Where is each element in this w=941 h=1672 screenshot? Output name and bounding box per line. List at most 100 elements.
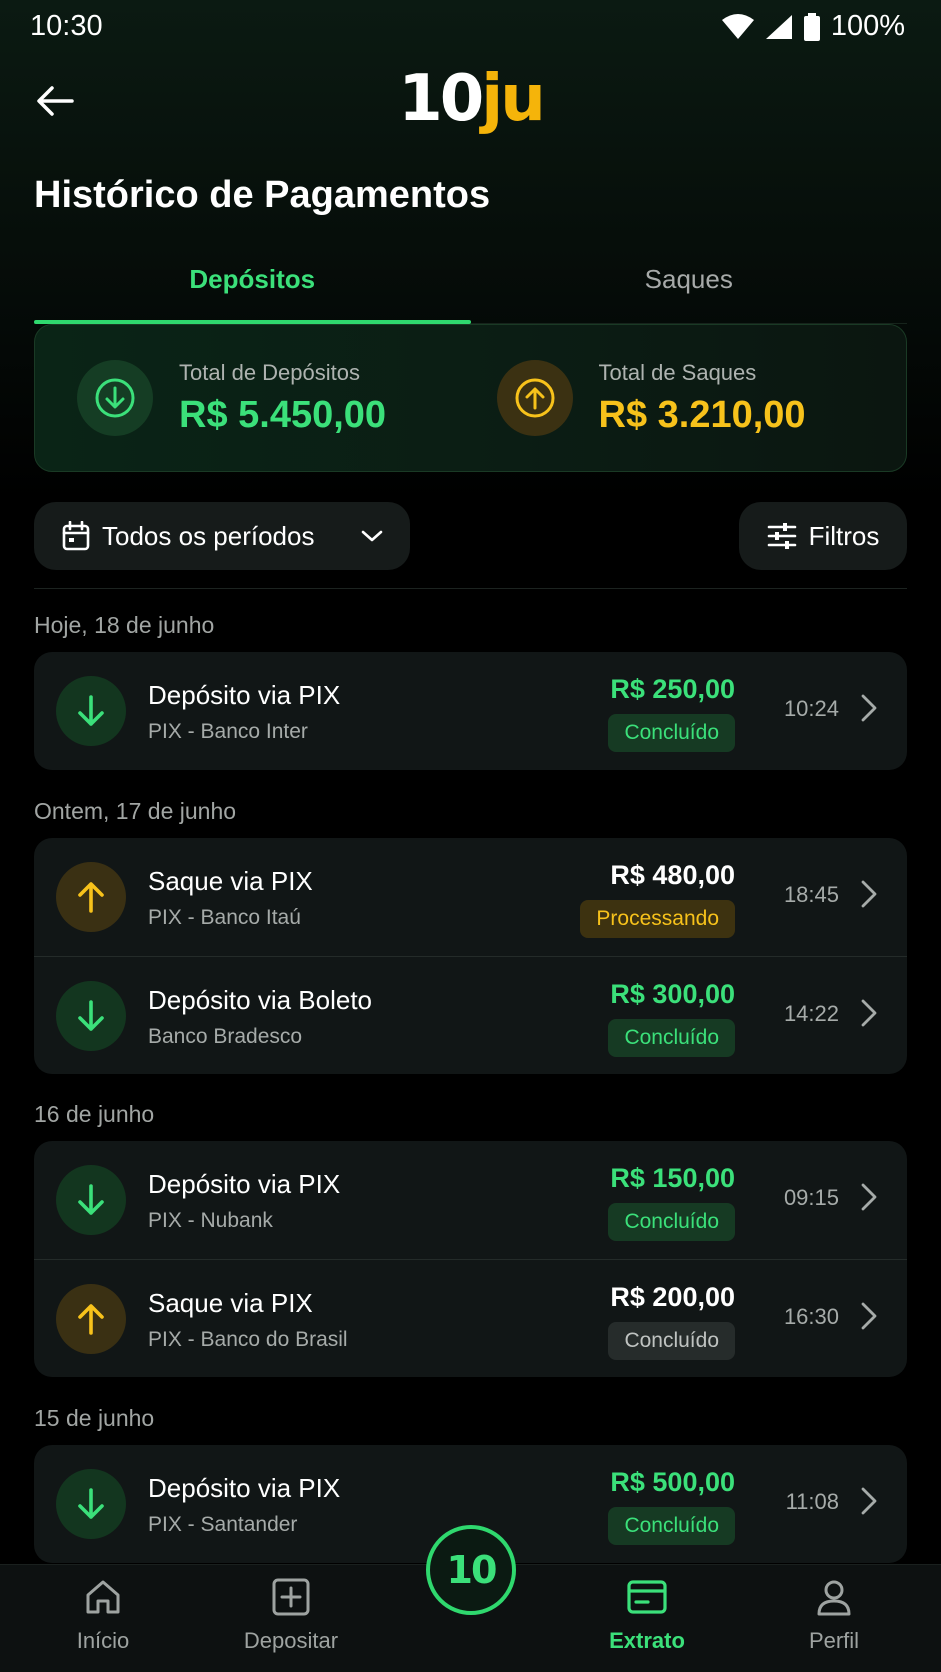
chevron-right-wrap	[859, 1300, 879, 1337]
nav-extrato[interactable]: Extrato	[577, 1577, 717, 1654]
transaction-subtitle: PIX - Banco Inter	[148, 720, 308, 743]
arrow-down-circle-icon	[95, 378, 135, 418]
transaction-amount: R$ 300,00	[610, 979, 735, 1009]
deposit-badge-icon	[56, 1165, 126, 1235]
arrow-down-icon	[78, 695, 104, 726]
nav-center-button[interactable]: 10	[426, 1525, 516, 1615]
chevron-right-icon	[861, 999, 877, 1027]
status-bar: 10:30 100%	[0, 0, 941, 52]
deposits-total-value: R$ 5.450,00	[179, 393, 387, 436]
status-badge: Concluído	[608, 1507, 735, 1545]
transaction-row[interactable]: Depósito via Boleto Banco Bradesco R$ 300,…	[34, 956, 907, 1074]
chevron-right-icon	[861, 694, 877, 722]
withdraw-total-icon-wrap	[496, 360, 573, 436]
home-icon	[86, 1580, 120, 1614]
transaction-row[interactable]: Saque via PIX PIX - Banco Itaú R$ 480,00 Pr…	[34, 838, 907, 956]
status-badge: Processando	[580, 900, 735, 938]
chevron-right-wrap	[859, 878, 879, 915]
transaction-title: Saque via PIX	[148, 866, 313, 896]
group-date-label: 15 de junho	[34, 1405, 155, 1431]
transaction-subtitle: PIX - Nubank	[148, 1209, 273, 1232]
transaction-group-card: Depósito via PIX PIX - Nubank R$ 150,00 Con…	[34, 1141, 907, 1377]
signal-icon	[765, 14, 792, 39]
nav-perfil[interactable]: Perfil	[764, 1577, 904, 1654]
withdrawal-badge-icon	[56, 862, 126, 932]
transaction-row[interactable]: Depósito via PIX PIX - Nubank R$ 150,00 Con…	[34, 1141, 907, 1259]
nav-depositar[interactable]: Depositar	[221, 1577, 361, 1654]
deposit-total-icon-wrap	[77, 360, 153, 436]
card-icon	[627, 1580, 667, 1614]
withdrawals-total-value: R$ 3.210,00	[598, 393, 806, 436]
arrow-up-icon	[78, 1304, 104, 1335]
tab-depositos[interactable]: Depósitos	[34, 258, 471, 324]
chevron-right-wrap	[859, 997, 879, 1034]
transaction-time: 09:15	[783, 1185, 839, 1210]
chevron-right-wrap	[859, 692, 879, 729]
group-date-label: Ontem, 17 de junho	[34, 798, 237, 824]
period-select[interactable]: Todos os períodos	[34, 502, 410, 570]
nav-center-label: 10	[446, 1548, 498, 1592]
sliders-icon	[767, 523, 796, 549]
summary-withdrawals: Total de Saques R$ 3.210,00	[487, 325, 907, 471]
withdrawals-total-label: Total de Saques	[598, 359, 757, 385]
group-date-label: 16 de junho	[34, 1101, 155, 1127]
withdrawal-badge-icon	[56, 1284, 126, 1354]
deposit-badge-icon	[56, 676, 126, 746]
bottom-nav: Início Depositar 10 Extrato Perfil	[0, 1525, 941, 1672]
transaction-amount: R$ 480,00	[610, 860, 735, 890]
wifi-icon	[721, 13, 754, 39]
plus-square-icon	[272, 1578, 310, 1616]
nav-depositar-label: Depositar	[243, 1628, 339, 1653]
status-icons: 100%	[721, 10, 905, 43]
transaction-title: Saque via PIX	[148, 1288, 313, 1318]
chevron-right-icon	[861, 1487, 877, 1515]
chevron-right-icon	[861, 880, 877, 908]
arrow-up-circle-icon	[515, 378, 554, 418]
summary-deposits: Total de Depósitos R$ 5.450,00	[35, 325, 487, 471]
summary-card: Total de Depósitos R$ 5.450,00 Total de …	[34, 324, 907, 472]
transaction-row[interactable]: Saque via PIX PIX - Banco do Brasil R$ 200…	[34, 1259, 907, 1377]
chevron-down-icon	[361, 530, 383, 542]
transaction-time: 14:22	[783, 1001, 839, 1026]
arrow-down-icon	[78, 1488, 104, 1519]
back-button[interactable]	[30, 78, 80, 124]
nav-perfil-label: Perfil	[808, 1628, 860, 1653]
transaction-title: Depósito via PIX	[148, 1473, 341, 1503]
deposits-total-label: Total de Depósitos	[179, 359, 360, 385]
page-title: Histórico de Pagamentos	[34, 174, 491, 216]
tabs: Depósitos Saques	[34, 258, 907, 324]
transaction-subtitle: Banco Bradesco	[148, 1025, 303, 1048]
transaction-time: 16:30	[783, 1304, 839, 1329]
logo-accent: ju	[481, 62, 545, 136]
transaction-time: 10:24	[783, 696, 839, 721]
transaction-amount: R$ 250,00	[610, 674, 735, 704]
transaction-subtitle: PIX - Banco Itaú	[148, 906, 301, 929]
status-badge: Concluído	[608, 1322, 735, 1360]
transaction-row[interactable]: Depósito via PIX PIX - Banco Inter R$ 250,…	[34, 652, 907, 770]
nav-inicio[interactable]: Início	[33, 1577, 173, 1654]
divider	[34, 588, 907, 589]
deposit-badge-icon	[56, 981, 126, 1051]
app-header: 10 ju	[0, 60, 941, 140]
logo-main: 10	[398, 62, 484, 136]
transaction-subtitle: PIX - Santander	[148, 1513, 298, 1536]
battery-percent: 100%	[830, 10, 905, 42]
deposit-badge-icon	[56, 1469, 126, 1539]
transaction-title: Depósito via Boleto	[148, 985, 373, 1015]
nav-extrato-label: Extrato	[609, 1628, 685, 1653]
transaction-time: 11:08	[785, 1489, 839, 1514]
battery-icon	[803, 12, 820, 41]
status-time: 10:30	[30, 10, 103, 42]
filters-button[interactable]: Filtros	[739, 502, 907, 570]
transaction-amount: R$ 200,00	[610, 1282, 735, 1312]
tab-saques[interactable]: Saques	[471, 258, 908, 323]
transaction-amount: R$ 150,00	[610, 1163, 735, 1193]
chevron-right-icon	[861, 1183, 877, 1211]
page: 10:30 100% 10 ju Histórico de Pagamentos…	[0, 0, 941, 1672]
transaction-title: Depósito via PIX	[148, 1169, 341, 1199]
transaction-time: 18:45	[783, 882, 839, 907]
chevron-right-wrap	[859, 1181, 879, 1218]
transaction-group-card: Saque via PIX PIX - Banco Itaú R$ 480,00 Pr…	[34, 838, 907, 1074]
filter-row: Todos os períodos Filtros	[34, 502, 907, 570]
transaction-amount: R$ 500,00	[610, 1467, 735, 1497]
